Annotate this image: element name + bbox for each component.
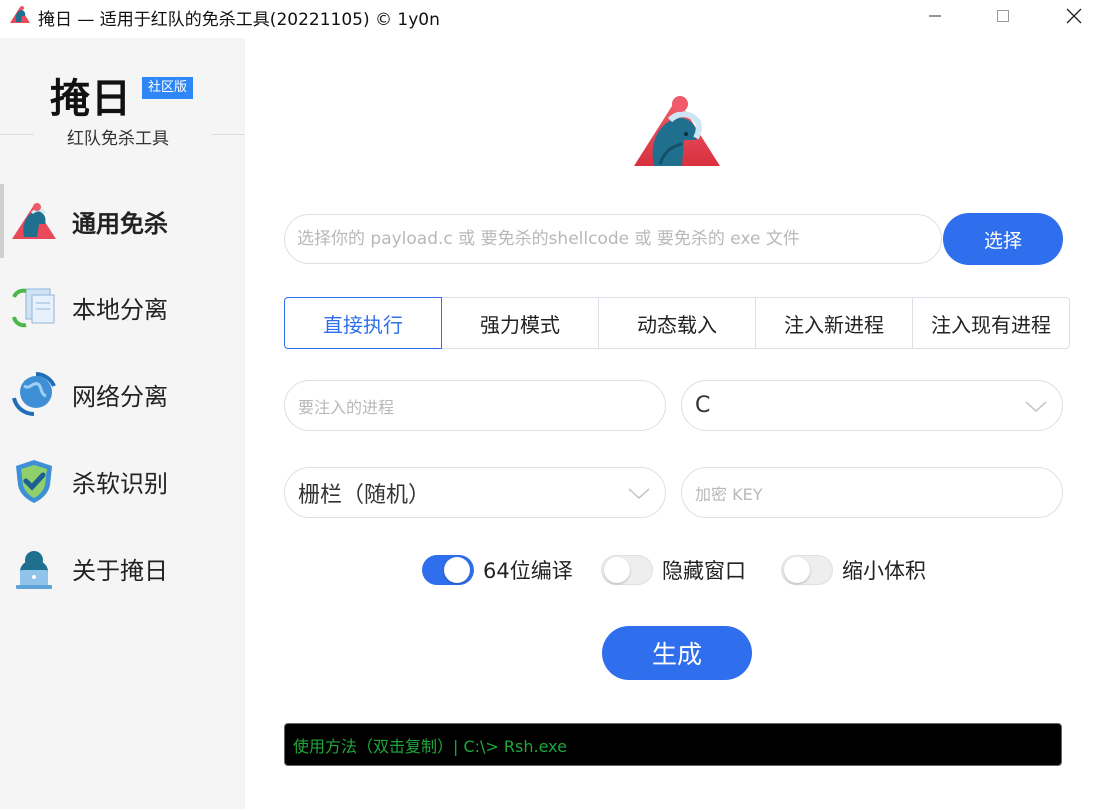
- payload-file-input[interactable]: [284, 214, 942, 264]
- shield-check-icon: [16, 460, 52, 503]
- minimize-icon: [929, 15, 941, 17]
- sidebar: 掩日 社区版 红队免杀工具 通用免杀 本地分离 网络分离 杀软识别 关于掩日: [0, 38, 245, 809]
- divider: [0, 134, 34, 135]
- toggle-label: 64位编译: [483, 559, 573, 583]
- horse-logo-icon: [10, 6, 30, 23]
- tab-inject-existing-process[interactable]: 注入现有进程: [913, 297, 1070, 349]
- tab-dynamic-load[interactable]: 动态载入: [599, 297, 756, 349]
- console-text: 使用方法（双击复制）| C:\> Rsh.exe: [293, 736, 567, 756]
- toggle-label: 缩小体积: [842, 559, 926, 583]
- tab-inject-new-process[interactable]: 注入新进程: [756, 297, 913, 349]
- toggle-shrink-size[interactable]: 缩小体积: [781, 552, 926, 588]
- brand-title: 掩日: [50, 76, 132, 122]
- tab-direct-execute[interactable]: 直接执行: [284, 297, 442, 349]
- maximize-icon: [997, 10, 1009, 22]
- encryption-select-value: 栅栏（随机）: [298, 482, 431, 508]
- process-input-placeholder: 要注入的进程: [298, 397, 395, 417]
- chevron-down-icon: [628, 488, 650, 500]
- toggle-knob: [604, 557, 630, 583]
- sidebar-item-label: 杀软识别: [72, 469, 168, 498]
- maximize-button[interactable]: [980, 0, 1026, 32]
- encryption-select[interactable]: 栅栏（随机）: [284, 467, 666, 518]
- close-icon: [1066, 8, 1082, 24]
- language-select-value: C: [695, 393, 711, 418]
- generate-button[interactable]: 生成: [602, 626, 752, 680]
- key-input-placeholder: 加密 KEY: [695, 484, 763, 504]
- sidebar-item-label: 网络分离: [72, 382, 168, 411]
- select-file-button[interactable]: 选择: [943, 213, 1063, 265]
- toggle-knob: [444, 557, 470, 583]
- user-laptop-icon: [16, 551, 52, 589]
- toggle-knob: [784, 557, 810, 583]
- process-name-input[interactable]: 要注入的进程: [284, 380, 666, 431]
- encryption-key-input[interactable]: 加密 KEY: [681, 467, 1063, 518]
- sidebar-item-network-separation[interactable]: 网络分离: [0, 357, 245, 431]
- toggle-64bit[interactable]: 64位编译: [422, 552, 573, 588]
- toggle-label: 隐藏窗口: [662, 559, 746, 583]
- title-bar: 掩日 — 适用于红队的免杀工具(20221105) © 1y0n: [0, 0, 1102, 32]
- sidebar-item-about[interactable]: 关于掩日: [0, 531, 245, 605]
- toggle-switch[interactable]: [601, 555, 653, 585]
- tab-power-mode[interactable]: 强力模式: [442, 297, 599, 349]
- sidebar-item-label: 通用免杀: [72, 209, 168, 238]
- toggle-switch[interactable]: [781, 555, 833, 585]
- sidebar-item-label: 本地分离: [72, 295, 168, 324]
- chevron-down-icon: [1025, 401, 1047, 413]
- documents-sync-icon: [12, 288, 55, 328]
- sidebar-item-label: 关于掩日: [72, 556, 168, 585]
- globe-sync-icon: [12, 372, 56, 417]
- active-indicator: [0, 184, 4, 258]
- language-select[interactable]: C: [681, 380, 1063, 431]
- edition-badge: 社区版: [142, 77, 193, 99]
- sidebar-item-av-detection[interactable]: 杀软识别: [0, 444, 245, 518]
- brand-subtitle: 红队免杀工具: [67, 129, 169, 149]
- sidebar-item-general[interactable]: 通用免杀: [0, 184, 245, 258]
- horse-logo-icon: [634, 96, 720, 166]
- toggle-switch[interactable]: [422, 555, 474, 585]
- usage-console[interactable]: 使用方法（双击复制）| C:\> Rsh.exe: [284, 723, 1062, 766]
- close-button[interactable]: [1051, 0, 1097, 32]
- toggle-hide-window[interactable]: 隐藏窗口: [601, 552, 746, 588]
- sidebar-item-local-separation[interactable]: 本地分离: [0, 270, 245, 344]
- mode-tabs: 直接执行 强力模式 动态载入 注入新进程 注入现有进程: [284, 297, 1070, 349]
- window-title: 掩日 — 适用于红队的免杀工具(20221105) © 1y0n: [38, 10, 440, 30]
- minimize-button[interactable]: [912, 0, 958, 32]
- horse-logo-icon: [12, 203, 56, 239]
- divider: [212, 134, 245, 135]
